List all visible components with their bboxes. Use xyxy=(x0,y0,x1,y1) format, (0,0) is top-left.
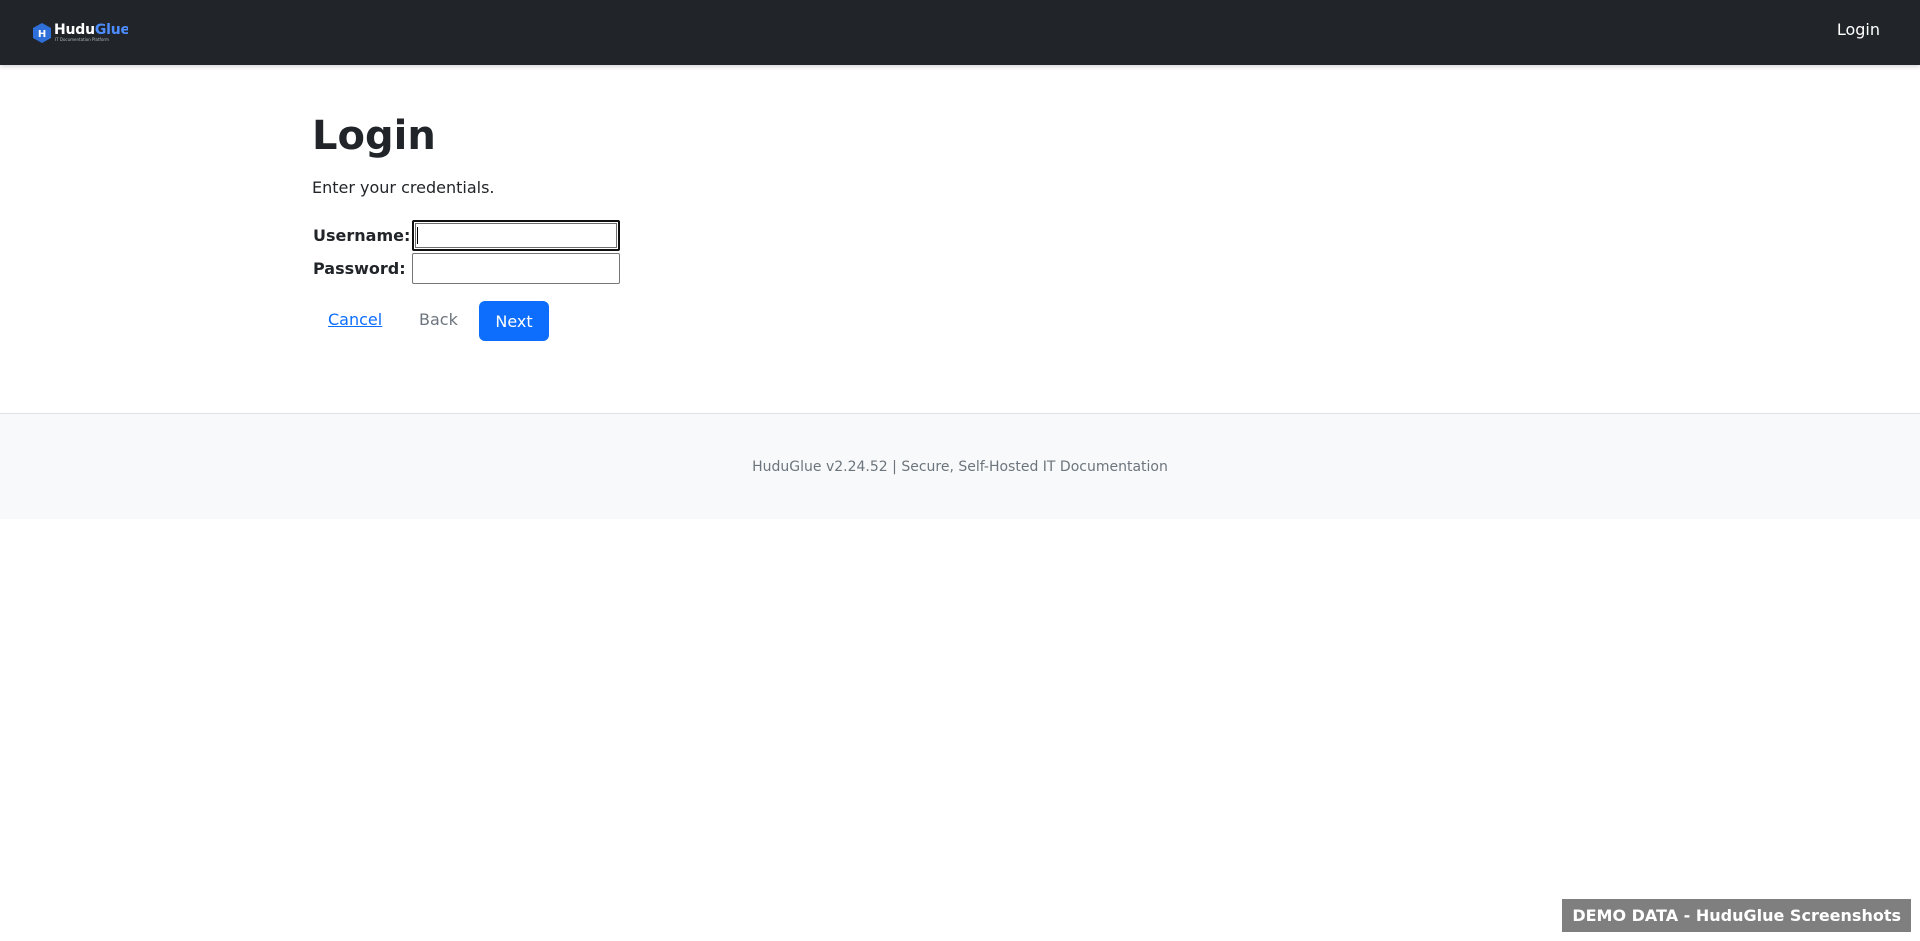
password-label: Password: xyxy=(313,259,406,278)
page-footer: HuduGlue v2.24.52 | Secure, Self-Hosted … xyxy=(0,413,1920,519)
login-header: Login Enter your credentials. xyxy=(312,110,495,197)
password-input[interactable] xyxy=(412,253,620,284)
username-input[interactable] xyxy=(412,220,620,251)
page-title: Login xyxy=(312,113,436,159)
brand-logo-link[interactable]: H HuduGlue IT Documentation Platform xyxy=(32,21,128,45)
brand-name-part1: Hudu xyxy=(54,22,95,38)
brand-name-part2: Glue xyxy=(94,22,128,38)
login-instructions: Enter your credentials. xyxy=(312,178,495,197)
brand-tagline: IT Documentation Platform xyxy=(55,37,109,42)
demo-data-badge: DEMO DATA - HuduGlue Screenshots xyxy=(1562,899,1911,932)
top-navbar: H HuduGlue IT Documentation Platform Log… xyxy=(0,0,1920,65)
footer-version-text: HuduGlue v2.24.52 | Secure, Self-Hosted … xyxy=(752,459,1168,475)
brand-name: HuduGlue xyxy=(54,22,128,38)
cancel-button[interactable]: Cancel xyxy=(328,310,382,329)
username-label: Username: xyxy=(313,226,411,245)
password-row: Password: xyxy=(313,253,620,284)
nav-login-link[interactable]: Login xyxy=(1837,20,1880,39)
next-button[interactable]: Next xyxy=(479,301,549,341)
text-caret xyxy=(417,227,418,244)
brand-text: HuduGlue IT Documentation Platform xyxy=(54,21,128,45)
username-row: Username: xyxy=(313,220,620,251)
back-button[interactable]: Back xyxy=(419,310,458,329)
svg-text:H: H xyxy=(38,29,46,40)
hexagon-h-logo-icon: H xyxy=(33,23,51,43)
